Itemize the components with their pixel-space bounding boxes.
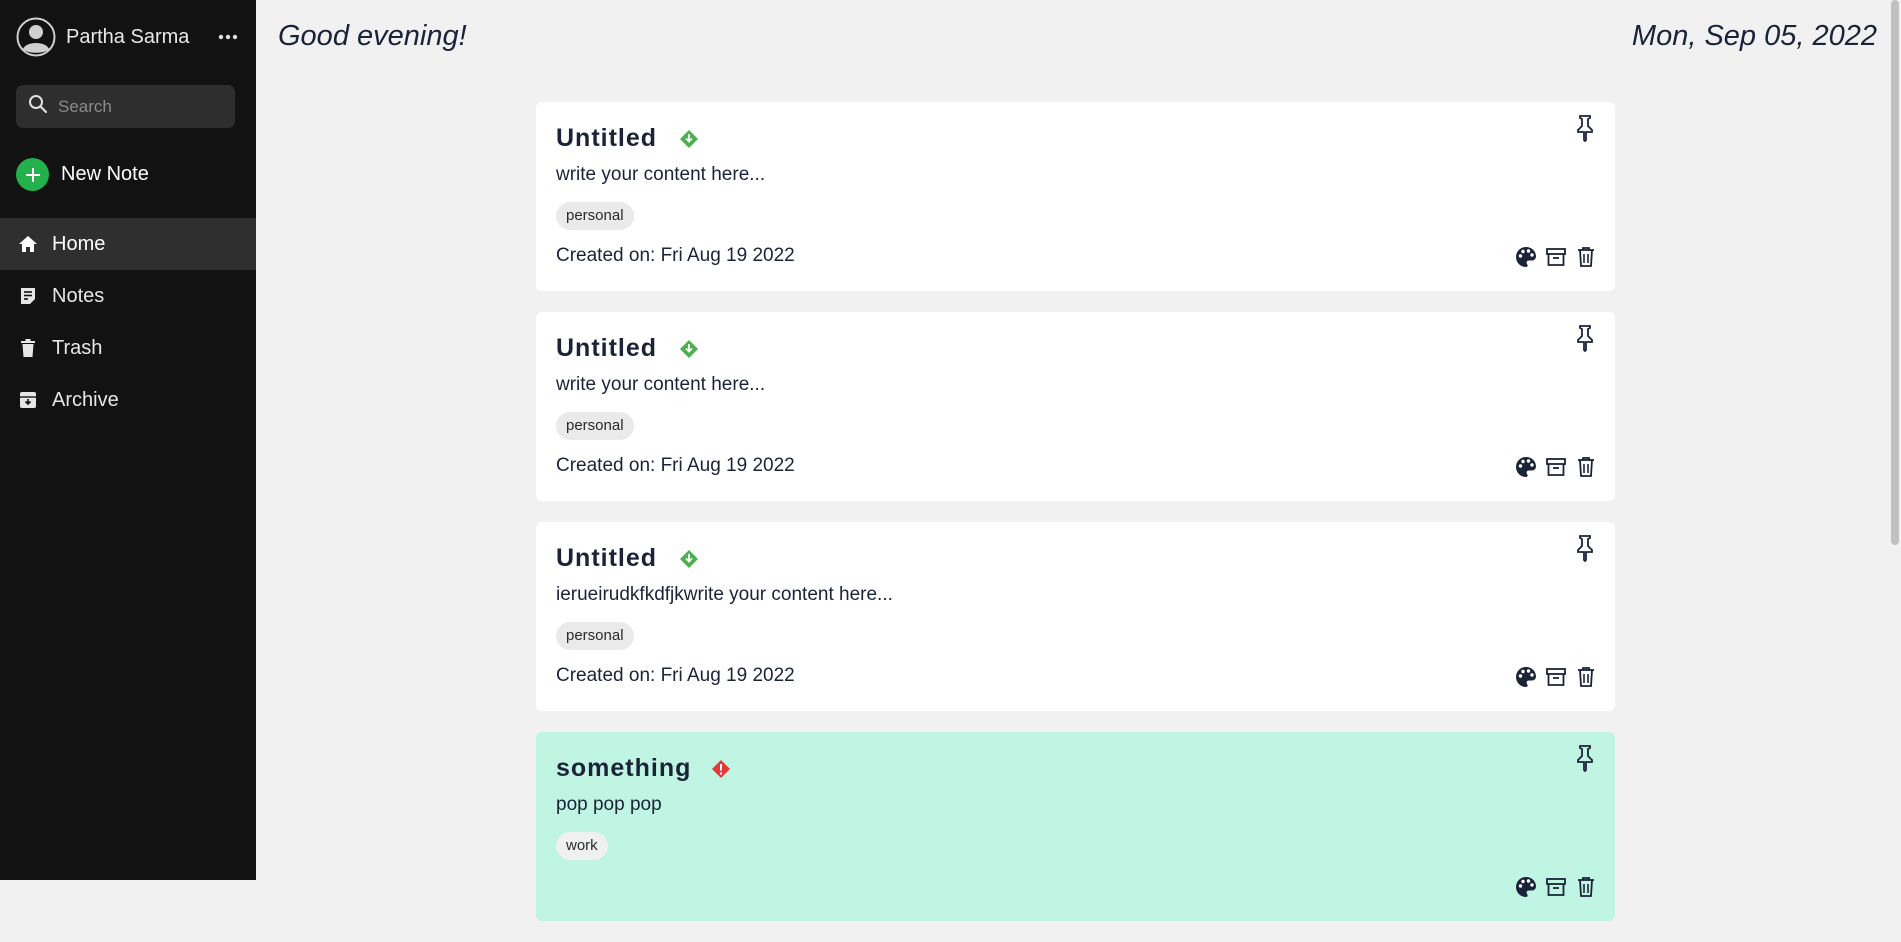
delete-icon[interactable]: [1575, 876, 1597, 898]
archive-icon: [16, 388, 40, 412]
pin-icon[interactable]: [1573, 744, 1597, 773]
avatar-icon: [16, 17, 56, 57]
note-created-date: Created on: Fri Aug 19 2022: [556, 455, 795, 476]
priority-low-icon: [678, 548, 700, 570]
trash-icon: [16, 336, 40, 360]
note-content: write your content here...: [556, 374, 766, 395]
note-content: ierueirudkfkdfjkwrite your content here.…: [556, 584, 893, 605]
note-actions: [1515, 246, 1597, 268]
note-card[interactable]: Untitled write your content here... pers…: [536, 102, 1615, 291]
sidebar-item-label: Notes: [52, 284, 105, 307]
note-card[interactable]: Untitled write your content here... pers…: [536, 312, 1615, 501]
note-tag: personal: [556, 622, 634, 650]
sidebar-item-label: Home: [52, 232, 106, 255]
more-options-icon[interactable]: [216, 25, 240, 49]
delete-icon[interactable]: [1575, 456, 1597, 478]
notes-icon: [16, 284, 40, 308]
note-title: Untitled: [556, 124, 658, 152]
notes-list: Untitled write your content here... pers…: [536, 102, 1615, 942]
new-note-button[interactable]: New Note: [16, 158, 149, 191]
archive-note-icon[interactable]: [1545, 666, 1567, 688]
sidebar-item-label: Trash: [52, 336, 103, 359]
note-tag: work: [556, 832, 608, 860]
user-name: Partha Sarma: [66, 25, 190, 48]
home-icon: [16, 232, 40, 256]
note-actions: [1515, 666, 1597, 688]
note-actions: [1515, 876, 1597, 898]
palette-icon[interactable]: [1515, 666, 1537, 688]
note-title: something: [556, 754, 692, 782]
note-card[interactable]: something pop pop pop work: [536, 732, 1615, 921]
plus-icon: [16, 158, 49, 191]
priority-high-icon: [710, 758, 732, 780]
palette-icon[interactable]: [1515, 246, 1537, 268]
note-actions: [1515, 456, 1597, 478]
priority-low-icon: [678, 128, 700, 150]
note-title: Untitled: [556, 544, 658, 572]
note-content: write your content here...: [556, 164, 766, 185]
pin-icon[interactable]: [1573, 324, 1597, 353]
note-created-date: Created on: Fri Aug 19 2022: [556, 665, 795, 686]
delete-icon[interactable]: [1575, 246, 1597, 268]
greeting-text: Good evening!: [278, 20, 467, 52]
palette-icon[interactable]: [1515, 456, 1537, 478]
sidebar: Partha Sarma New Note: [0, 0, 256, 880]
palette-icon[interactable]: [1515, 876, 1537, 898]
archive-note-icon[interactable]: [1545, 456, 1567, 478]
current-date: Mon, Sep 05, 2022: [1631, 20, 1877, 52]
sidebar-item-trash[interactable]: Trash: [0, 322, 256, 374]
new-note-label: New Note: [61, 163, 149, 185]
note-tag: personal: [556, 412, 634, 440]
archive-note-icon[interactable]: [1545, 876, 1567, 898]
pin-icon[interactable]: [1573, 534, 1597, 563]
search-box: [16, 85, 235, 128]
user-profile[interactable]: Partha Sarma: [16, 17, 240, 57]
delete-icon[interactable]: [1575, 666, 1597, 688]
note-title: Untitled: [556, 334, 658, 362]
note-tag: personal: [556, 202, 634, 230]
sidebar-item-archive[interactable]: Archive: [0, 374, 256, 426]
search-input[interactable]: [56, 95, 220, 118]
scrollbar-thumb[interactable]: [1891, 0, 1899, 545]
sidebar-item-home[interactable]: Home: [0, 218, 256, 270]
scrollbar[interactable]: [1889, 0, 1901, 880]
note-content: pop pop pop: [556, 794, 662, 815]
sidebar-nav: Home Notes Trash Archive: [0, 218, 256, 426]
sidebar-item-notes[interactable]: Notes: [0, 270, 256, 322]
note-card[interactable]: Untitled ierueirudkfkdfjkwrite your cont…: [536, 522, 1615, 711]
sidebar-item-label: Archive: [52, 388, 119, 411]
note-created-date: Created on: Fri Aug 19 2022: [556, 245, 795, 266]
archive-note-icon[interactable]: [1545, 246, 1567, 268]
priority-low-icon: [678, 338, 700, 360]
search-icon: [16, 94, 48, 119]
pin-icon[interactable]: [1573, 114, 1597, 143]
